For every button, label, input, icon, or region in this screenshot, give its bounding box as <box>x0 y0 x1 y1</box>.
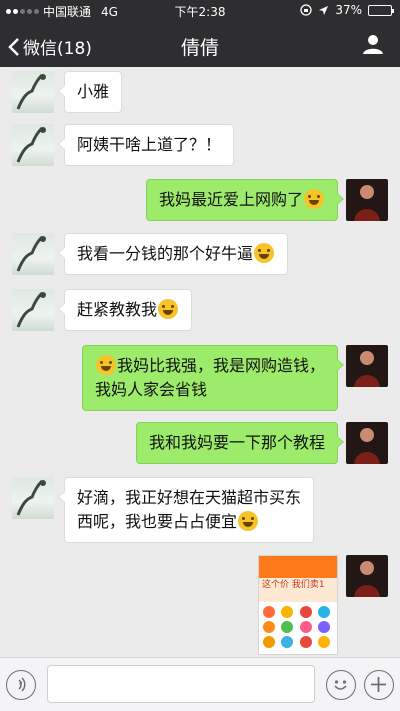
outgoing-message-bubble[interactable]: 我和我妈要一下那个教程 <box>135 422 345 464</box>
message-text-line1: 我妈比我强，我是网购造钱， <box>116 356 325 375</box>
status-right: 37% <box>300 3 394 17</box>
more-functions-button[interactable] <box>364 670 394 700</box>
status-bar: 中国联通 4G 下午2:38 37% <box>0 0 400 22</box>
smiley-icon <box>334 680 347 690</box>
app-icon <box>299 621 312 633</box>
tears-of-joy-emoji-icon <box>95 355 116 375</box>
my-avatar[interactable] <box>346 555 388 597</box>
my-avatar[interactable] <box>346 422 388 464</box>
message-text: 我妈最近爱上网购了 <box>158 190 303 209</box>
chat-history[interactable]: 小雅 阿姨干啥上道了？！ 我妈最近爱上网购了 我看一分钱的那个好牛逼 赶紧教教我… <box>0 67 400 657</box>
app-icon <box>299 636 312 648</box>
image-icon-grid <box>259 602 337 652</box>
image-header-bar <box>259 556 337 578</box>
friend-avatar[interactable] <box>12 124 54 166</box>
person-icon <box>363 35 383 54</box>
voice-input-button[interactable] <box>6 670 36 700</box>
message-text: 小雅 <box>77 82 110 101</box>
friend-avatar[interactable] <box>12 289 54 331</box>
monocle-face-emoji-icon <box>158 299 179 319</box>
app-icon <box>317 606 330 618</box>
message-text: 赶紧教教我 <box>77 300 158 319</box>
my-avatar[interactable] <box>346 345 388 387</box>
incoming-message-bubble[interactable]: 我看一分钱的那个好牛逼 <box>57 233 289 275</box>
friend-avatar[interactable] <box>12 233 54 275</box>
incoming-message-bubble[interactable]: 阿姨干啥上道了？！ <box>57 124 235 166</box>
chat-title: 倩倩 <box>180 37 219 59</box>
app-icon <box>263 606 275 618</box>
plus-icon <box>371 677 386 692</box>
friend-avatar[interactable] <box>12 477 54 519</box>
incoming-message-bubble[interactable]: 赶紧教教我 <box>57 289 193 331</box>
app-icon <box>281 636 294 648</box>
app-icon <box>281 606 294 618</box>
battery-icon <box>368 4 394 16</box>
my-avatar[interactable] <box>346 179 388 221</box>
input-bar <box>0 657 400 711</box>
image-banner-text: 这个价 我们卖1 <box>259 578 337 602</box>
app-icon <box>281 621 294 633</box>
message-text-line2: 西呢，我也要占占便宜 <box>77 512 238 531</box>
app-icon <box>263 636 275 648</box>
rotation-lock-icon <box>300 4 312 16</box>
message-input[interactable] <box>47 665 315 703</box>
incoming-message-bubble[interactable]: 小雅 <box>57 71 123 113</box>
message-text: 阿姨干啥上道了？！ <box>77 135 222 154</box>
location-arrow-icon <box>319 5 329 15</box>
emoji-button[interactable] <box>326 670 356 700</box>
image-message[interactable]: 这个价 我们卖1 <box>258 555 338 655</box>
friend-avatar[interactable] <box>12 71 54 113</box>
chat-info-button[interactable] <box>362 33 384 59</box>
outgoing-message-bubble[interactable]: 我妈比我强，我是网购造钱， 我妈人家会省钱 <box>81 345 345 411</box>
app-icon <box>317 636 330 648</box>
voice-wave-icon <box>18 677 26 692</box>
app-icon <box>263 621 275 633</box>
message-text-line1: 好滴，我正好想在天猫超市买东 <box>77 488 302 507</box>
battery-percent: 37% <box>335 3 362 17</box>
outgoing-message-bubble[interactable]: 我妈最近爱上网购了 <box>145 179 345 221</box>
nav-bar: 微信(18) 倩倩 <box>0 22 400 67</box>
message-text-line2: 我妈人家会省钱 <box>94 380 207 399</box>
app-icon <box>299 606 312 618</box>
incoming-message-bubble[interactable]: 好滴，我正好想在天猫超市买东 西呢，我也要占占便宜 <box>57 477 315 543</box>
message-text: 我看一分钱的那个好牛逼 <box>77 244 254 263</box>
message-text: 我和我妈要一下那个教程 <box>148 433 325 452</box>
app-icon <box>317 621 330 633</box>
rolling-laughing-emoji-icon <box>238 511 259 531</box>
tears-of-joy-emoji-icon <box>304 189 324 209</box>
grinning-face-emoji-icon <box>254 243 275 263</box>
